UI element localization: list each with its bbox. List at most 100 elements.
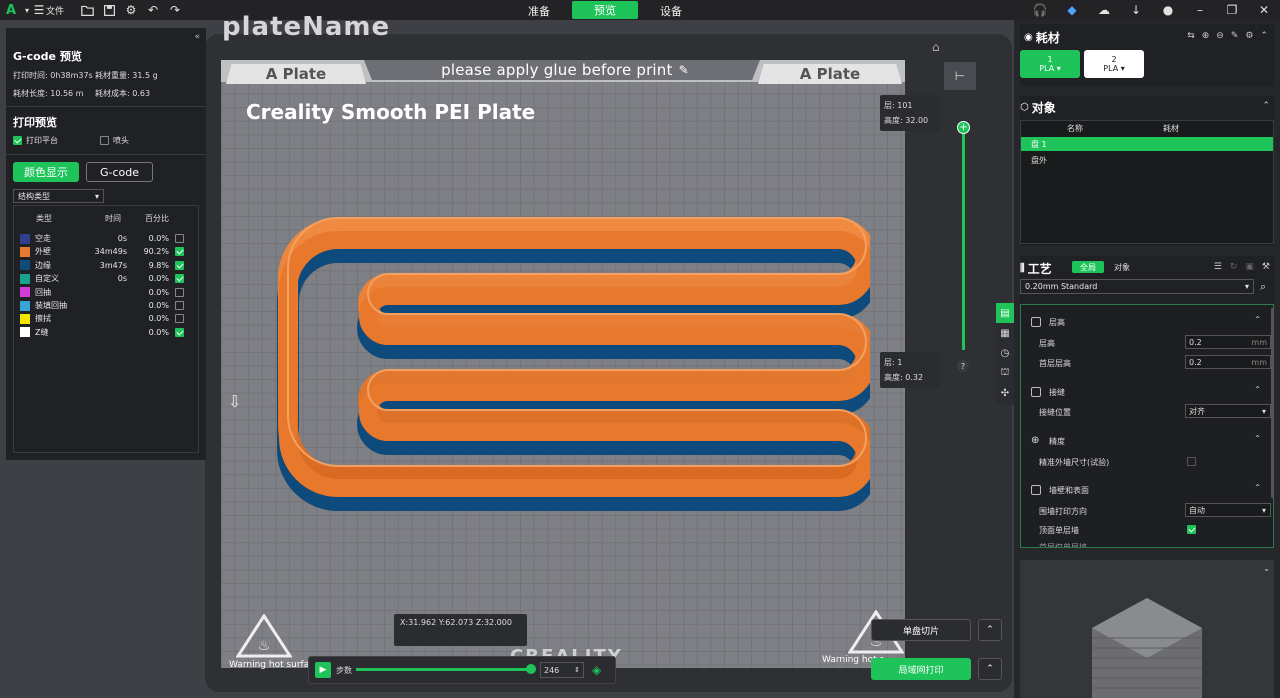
collapse-up-icon[interactable]: ⌃ (1262, 101, 1270, 111)
tab-global[interactable]: 全局 (1072, 261, 1104, 273)
gcode-button[interactable]: G-code (86, 162, 153, 182)
collapse-up-icon[interactable]: ⌃ (1260, 31, 1268, 41)
add-icon[interactable]: ⊕ (1202, 31, 1210, 41)
object-row[interactable]: 盘 1 (1021, 137, 1273, 151)
collapse-icon[interactable]: ⌃ (1254, 483, 1261, 492)
restore-icon[interactable]: ❐ (1216, 0, 1248, 20)
hammer-icon[interactable]: ⚒ (1262, 262, 1270, 272)
first-layer-input[interactable]: 0.2 mm (1185, 355, 1271, 369)
layer-height-input[interactable]: 0.2 mm (1185, 335, 1271, 349)
top-layer-handle[interactable]: + (957, 121, 970, 134)
user-icon[interactable]: ● (1152, 0, 1184, 20)
redo-icon[interactable]: ↷ (164, 0, 186, 20)
step-value: 246 (544, 665, 560, 675)
help-icon[interactable]: ? (957, 360, 969, 372)
legend-row: 边缘 3m47s 9.8% (20, 259, 190, 272)
legend-checkbox[interactable] (175, 327, 184, 337)
speed-tab-icon[interactable]: ◷ (996, 343, 1014, 363)
filament-slot-1[interactable]: 1 PLA ▾ (1020, 50, 1080, 78)
filament-slot-2[interactable]: 2 PLA ▾ (1084, 50, 1144, 78)
sync-icon[interactable]: ⇆ (1187, 31, 1195, 41)
structure-type-dropdown[interactable]: 结构类型 ▾ (13, 189, 104, 203)
step-slider[interactable] (356, 668, 532, 671)
open-folder-icon[interactable] (76, 0, 98, 20)
checkbox-icon[interactable] (13, 136, 22, 145)
strength-tab-icon[interactable]: ▦ (996, 323, 1014, 343)
nozzle-checkbox[interactable]: 喷头 (100, 135, 129, 146)
legend-checkbox[interactable] (175, 287, 184, 297)
seam-position-select[interactable]: 对齐 ▾ (1185, 404, 1271, 418)
quality-tab-icon[interactable]: ▤ (996, 303, 1014, 323)
color-display-button[interactable]: 颜色显示 (13, 162, 79, 182)
tab-prepare[interactable]: 准备 (506, 1, 572, 21)
step-input[interactable]: 246 ⇕ (540, 662, 584, 678)
legend-checkbox[interactable] (175, 314, 184, 324)
edit-icon[interactable]: ✎ (1231, 31, 1239, 41)
minimize-icon[interactable]: – (1184, 0, 1216, 20)
step-slider-handle[interactable] (526, 664, 536, 674)
collapse-icon[interactable]: ⌃ (1254, 385, 1261, 394)
bed-checkbox[interactable]: 打印平台 (13, 135, 58, 146)
legend-checkbox[interactable] (175, 301, 184, 310)
download-icon[interactable]: ↓ (1120, 0, 1152, 20)
legend-checkbox[interactable] (175, 260, 184, 270)
chevron-up-icon[interactable]: ⌃ (978, 619, 1002, 641)
others-tab-icon[interactable]: ✣ (996, 383, 1014, 403)
filament-section: ◉ 耗材 ⇆ ⊕ ⊖ ✎ ⚙ ⌃ 1 PLA ▾ 2 PLA ▾ (1020, 24, 1274, 86)
gear-icon[interactable]: ⚙ (120, 0, 142, 20)
chevron-up-icon[interactable]: ⌃ (978, 658, 1002, 680)
save-preset-icon[interactable]: ▣ (1245, 262, 1254, 272)
top-single-wall-checkbox[interactable] (1187, 525, 1196, 534)
headset-icon[interactable]: 🎧 (1024, 0, 1056, 20)
legend-checkbox[interactable] (175, 247, 184, 257)
svg-text:♨: ♨ (258, 638, 271, 654)
collapse-icon[interactable]: ⌃ (1254, 315, 1261, 324)
save-icon[interactable] (98, 0, 120, 20)
col-name: 名称 (1067, 124, 1083, 133)
preset-dropdown[interactable]: 0.20mm Standard ▾ (1020, 279, 1254, 294)
sliced-model[interactable] (270, 170, 870, 520)
chevron-down-icon[interactable]: ▾ (22, 0, 32, 20)
file-menu[interactable]: 文件 (46, 4, 64, 17)
stepper-icon[interactable]: ⇕ (574, 666, 580, 674)
support-tab-icon[interactable]: ⛫ (996, 363, 1014, 383)
collapse-icon[interactable]: ⌃ (1254, 434, 1261, 443)
search-icon[interactable]: ⌕ (1260, 280, 1266, 294)
app-logo-icon[interactable]: A (0, 0, 22, 20)
plate-name[interactable]: plateName (222, 12, 390, 42)
legend-checkbox[interactable] (175, 274, 184, 284)
undo-icon[interactable]: ↶ (142, 0, 164, 20)
collapse-icon[interactable]: « (194, 32, 200, 42)
first-layer-value: 0.2 (1189, 357, 1202, 367)
first-layer-label: 首层层高 (1039, 359, 1071, 368)
dropdown-label: 结构类型 (18, 191, 50, 201)
collapse-down-icon[interactable]: ⌄ (1263, 564, 1270, 573)
home-icon[interactable]: ⌂ (932, 40, 940, 54)
cube-icon[interactable]: ◆ (1056, 0, 1088, 20)
checkbox-icon[interactable] (100, 136, 109, 145)
settings-scrollbar[interactable] (1271, 308, 1274, 498)
model-thumbnail: ⌄ (1020, 560, 1274, 698)
settings-icon[interactable]: ⚙ (1245, 31, 1253, 41)
tab-device[interactable]: 设备 (638, 1, 704, 21)
precise-wall-checkbox[interactable] (1187, 457, 1196, 466)
lan-print-button[interactable]: 局域网打印 (871, 658, 971, 680)
menu-icon[interactable]: ☰ (32, 0, 46, 20)
view-toggle-icon[interactable]: ⊢ (944, 62, 976, 90)
layers-icon[interactable]: ◈ (592, 663, 604, 677)
object-row[interactable]: 盘外 (1021, 153, 1273, 167)
legend-row: 外壁 34m49s 90.2% (20, 245, 190, 258)
reset-icon[interactable]: ↻ (1230, 262, 1238, 272)
section-precision: 精度 (1049, 437, 1065, 446)
legend-checkbox[interactable] (175, 234, 184, 243)
tab-object[interactable]: 对象 (1106, 261, 1138, 273)
compare-icon[interactable]: ☰ (1214, 262, 1222, 272)
layer-slider-track[interactable] (962, 130, 965, 350)
remove-icon[interactable]: ⊖ (1216, 31, 1224, 41)
close-icon[interactable]: ✕ (1248, 0, 1280, 20)
slice-plate-button[interactable]: 单盘切片 (871, 619, 971, 641)
play-icon[interactable]: ▶ (315, 662, 331, 678)
wall-direction-select[interactable]: 自动 ▾ (1185, 503, 1271, 517)
tab-preview[interactable]: 预览 (572, 1, 638, 19)
cloud-upload-icon[interactable]: ☁ (1088, 0, 1120, 20)
